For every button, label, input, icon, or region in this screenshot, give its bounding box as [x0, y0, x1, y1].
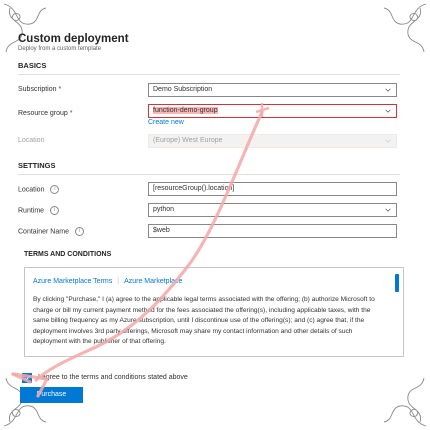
marketplace-terms-link[interactable]: Azure Marketplace Terms: [33, 278, 112, 285]
info-icon[interactable]: i: [50, 185, 60, 194]
link-separator: |: [117, 278, 120, 285]
settings-heading: SETTINGS: [18, 161, 56, 170]
page-subtitle: Deploy from a custom template: [18, 46, 102, 52]
chevron-down-icon: [385, 87, 391, 93]
basics-heading: BASICS: [18, 61, 47, 70]
settings-divider: [18, 174, 400, 175]
runtime-dropdown[interactable]: python: [148, 203, 397, 217]
container-name-input[interactable]: $web: [148, 224, 397, 238]
resource-group-label: Resource group *: [18, 110, 73, 117]
resource-group-value: function-demo-group: [153, 107, 218, 114]
container-name-value: $web: [153, 227, 170, 234]
required-marker: *: [69, 110, 73, 117]
location-value: (Europe) West Europe: [153, 137, 223, 144]
basics-divider: [18, 74, 400, 75]
checkmark-icon: [24, 375, 30, 381]
info-icon[interactable]: i: [50, 206, 60, 215]
terms-panel[interactable]: Azure Marketplace Terms | Azure Marketplac…: [24, 267, 404, 357]
marketplace-link[interactable]: Azure Marketplace: [124, 278, 182, 285]
subscription-dropdown[interactable]: Demo Subscription: [148, 83, 397, 97]
location-dropdown-disabled: (Europe) West Europe: [148, 134, 397, 148]
subscription-value: Demo Subscription: [153, 86, 213, 93]
chevron-down-icon: [385, 138, 391, 144]
info-icon[interactable]: i: [74, 227, 84, 236]
required-marker: *: [58, 86, 62, 93]
settings-location-label: Location i: [18, 185, 60, 194]
corner-ornament-top-right: [368, 0, 430, 62]
agree-checkbox[interactable]: [22, 373, 32, 383]
settings-location-value: [resourceGroup().location]: [153, 185, 235, 192]
terms-scrollbar[interactable]: [395, 274, 399, 292]
page-title: Custom deployment: [18, 33, 129, 45]
terms-links: Azure Marketplace Terms | Azure Marketplac…: [33, 278, 182, 285]
page-header: Custom deployment Deploy from a custom t…: [18, 33, 129, 52]
settings-location-input[interactable]: [resourceGroup().location]: [148, 182, 397, 196]
terms-text: By clicking "Purchase," I (a) agree to t…: [33, 296, 375, 346]
resource-group-dropdown[interactable]: function-demo-group: [148, 104, 397, 118]
create-new-link[interactable]: Create new: [148, 119, 184, 126]
corner-ornament-top-left: [0, 0, 62, 62]
terms-heading: TERMS AND CONDITIONS: [24, 251, 112, 258]
runtime-label: Runtime i: [18, 206, 60, 215]
container-name-label: Container Name i: [18, 227, 84, 236]
corner-ornament-bottom-right: [368, 368, 430, 430]
subscription-label: Subscription *: [18, 86, 62, 93]
runtime-value: python: [153, 206, 175, 213]
agree-label: I agree to the terms and conditions stat…: [38, 374, 188, 381]
purchase-button[interactable]: Purchase: [20, 387, 83, 403]
location-label-disabled: Location: [18, 137, 45, 144]
chevron-down-icon: [385, 108, 391, 114]
chevron-down-icon: [385, 207, 391, 213]
